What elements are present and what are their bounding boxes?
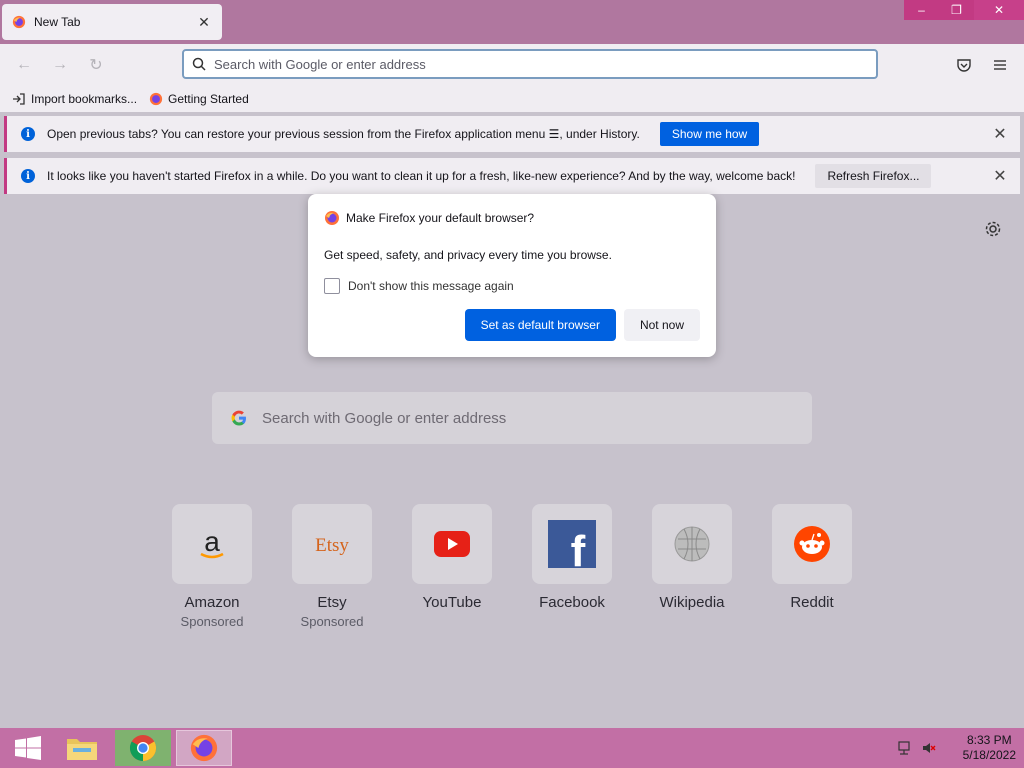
firefox-icon [12, 15, 26, 29]
close-window-button[interactable]: ✕ [974, 0, 1024, 20]
dont-show-checkbox[interactable] [324, 278, 340, 294]
close-icon[interactable]: ✕ [992, 126, 1008, 143]
firefox-taskbar-button[interactable] [176, 730, 232, 766]
dialog-buttons: Set as default browser Not now [464, 309, 700, 341]
tile-sponsored: Sponsored [180, 614, 244, 629]
close-icon[interactable]: ✕ [992, 168, 1008, 185]
google-icon [231, 410, 246, 426]
search-box[interactable] [212, 392, 812, 444]
tab-close-icon[interactable]: ✕ [196, 14, 212, 31]
nav-toolbar: ← → ↻ [0, 44, 1024, 86]
firefox-icon [325, 211, 339, 225]
dialog-body: Get speed, safety, and privacy every tim… [324, 248, 612, 262]
pocket-icon[interactable] [954, 55, 974, 75]
tile-sponsored: Sponsored [300, 614, 364, 629]
dont-show-again[interactable]: Don't show this message again [324, 278, 700, 294]
clock-time: 8:33 PM [966, 733, 1012, 747]
info-icon: i [21, 127, 35, 141]
notification-text: Open previous tabs? You can restore your… [47, 127, 640, 141]
refresh-firefox-button[interactable]: Refresh Firefox... [815, 164, 932, 188]
tab-new-tab[interactable]: New Tab ✕ [2, 4, 222, 40]
wikipedia-icon [652, 504, 732, 584]
volume-muted-icon[interactable] [921, 740, 937, 756]
firefox-icon [190, 734, 218, 762]
notification-refresh: i It looks like you haven't started Fire… [4, 158, 1020, 194]
svg-text:f: f [571, 527, 586, 568]
notification-restore-session: i Open previous tabs? You can restore yo… [4, 116, 1020, 152]
tile-name: Reddit [790, 594, 834, 611]
dialog-title: Make Firefox your default browser? [324, 210, 700, 226]
menu-icon[interactable] [990, 55, 1010, 75]
tab-title: New Tab [34, 15, 81, 29]
window-controls: – ❐ ✕ [904, 0, 1024, 20]
url-input[interactable] [214, 56, 854, 72]
checkbox-label: Don't show this message again [348, 279, 514, 293]
bookmark-label: Import bookmarks... [31, 92, 138, 106]
file-explorer-button[interactable] [54, 730, 110, 766]
clock-date: 5/18/2022 [962, 748, 1016, 762]
chrome-icon [129, 735, 157, 762]
search-icon [192, 57, 206, 71]
reload-icon[interactable]: ↻ [86, 55, 106, 75]
top-site-amazon[interactable]: a Amazon Sponsored [172, 504, 252, 629]
dialog-title-text: Make Firefox your default browser? [346, 211, 535, 225]
set-default-button[interactable]: Set as default browser [464, 309, 616, 341]
tile-name: Facebook [539, 594, 605, 611]
chrome-button[interactable] [115, 730, 171, 766]
taskbar: 8:33 PM 5/18/2022 [0, 728, 1024, 768]
start-button[interactable] [0, 730, 56, 766]
amazon-icon: a [172, 504, 252, 584]
gear-icon[interactable] [984, 220, 1002, 238]
svg-text:Etsy: Etsy [315, 535, 349, 556]
top-sites: a Amazon Sponsored Etsy Etsy Sponsored Y… [172, 504, 852, 629]
tile-name: Wikipedia [659, 594, 725, 611]
etsy-icon: Etsy [292, 504, 372, 584]
forward-icon[interactable]: → [50, 55, 70, 75]
system-tray: 8:33 PM 5/18/2022 [897, 732, 1016, 764]
back-icon[interactable]: ← [14, 55, 34, 75]
bookmark-import[interactable]: Import bookmarks... [12, 92, 137, 106]
tile-name: YouTube [422, 594, 482, 611]
reddit-icon [772, 504, 852, 584]
url-bar[interactable] [182, 49, 878, 79]
svg-text:a: a [204, 526, 220, 557]
top-site-facebook[interactable]: f Facebook [532, 504, 612, 629]
notification-text: It looks like you haven't started Firefo… [47, 169, 796, 183]
default-browser-dialog: Make Firefox your default browser? Get s… [308, 194, 716, 357]
folder-icon [67, 739, 97, 760]
bookmarks-toolbar: Import bookmarks... Getting Started [0, 86, 1024, 112]
minimize-button[interactable]: – [904, 0, 939, 20]
show-me-how-button[interactable]: Show me how [659, 122, 760, 146]
tile-name: Etsy [317, 594, 347, 611]
facebook-icon: f [532, 504, 612, 584]
top-site-reddit[interactable]: Reddit [772, 504, 852, 629]
windows-icon [15, 736, 41, 760]
info-icon: i [21, 169, 35, 183]
youtube-icon [412, 504, 492, 584]
tile-name: Amazon [184, 594, 240, 611]
bookmark-getting-started[interactable]: Getting Started [149, 92, 249, 106]
network-icon[interactable] [897, 740, 913, 756]
top-site-youtube[interactable]: YouTube [412, 504, 492, 629]
top-site-wikipedia[interactable]: Wikipedia [652, 504, 732, 629]
search-input[interactable] [262, 409, 782, 427]
tab-strip: New Tab ✕ – ❐ ✕ [0, 0, 1024, 44]
clock[interactable]: 8:33 PM 5/18/2022 [963, 733, 1016, 763]
top-site-etsy[interactable]: Etsy Etsy Sponsored [292, 504, 372, 629]
bookmark-label: Getting Started [168, 92, 249, 106]
not-now-button[interactable]: Not now [623, 309, 700, 341]
firefox-icon [149, 92, 163, 106]
import-icon [13, 93, 25, 105]
restore-button[interactable]: ❐ [939, 0, 974, 20]
